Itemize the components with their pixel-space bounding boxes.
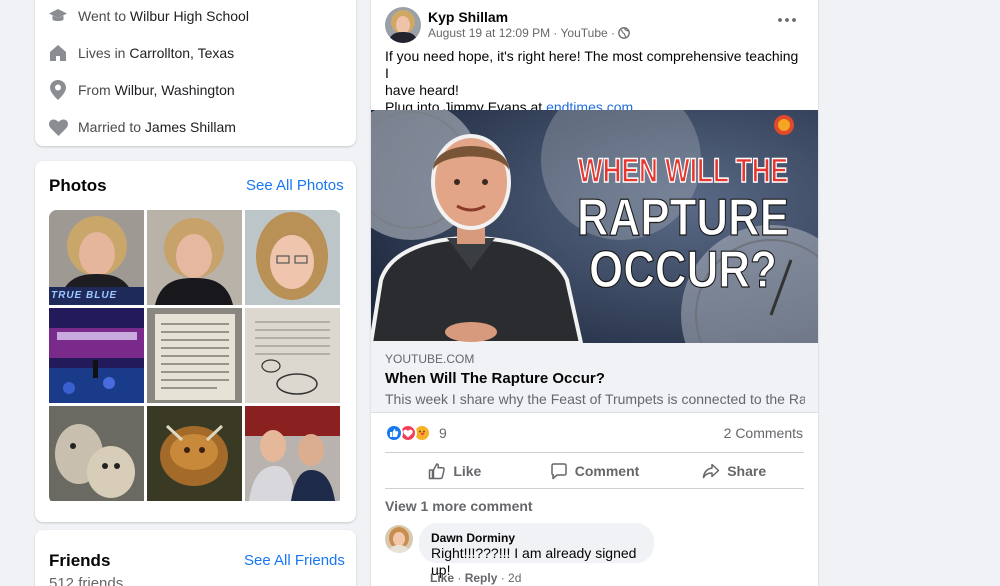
friends-count: 512 friends: [49, 575, 124, 586]
see-all-photos-link[interactable]: See All Photos: [246, 177, 344, 194]
share-label: Share: [727, 462, 767, 479]
location-pin-icon: [48, 80, 68, 100]
graduation-cap-icon: [48, 6, 68, 26]
comment-reply-link[interactable]: Reply: [465, 571, 498, 585]
comment-age[interactable]: 2d: [508, 571, 521, 585]
link-description: This week I share why the Feast of Trump…: [385, 391, 805, 407]
ellipsis-icon: [778, 18, 796, 22]
heart-icon: [48, 117, 68, 137]
photos-title: Photos: [49, 176, 107, 195]
photo-thumbnail[interactable]: [147, 210, 242, 305]
intro-card: Went to Wilbur High School Lives in Carr…: [35, 0, 356, 146]
commenter-name[interactable]: Dawn Dorminy: [431, 531, 642, 545]
intro-from-value[interactable]: Wilbur, Washington: [115, 82, 235, 98]
intro-school-value[interactable]: Wilbur High School: [130, 8, 249, 24]
post-author-name[interactable]: Kyp Shillam: [428, 9, 508, 25]
photo-thumbnail[interactable]: [49, 406, 144, 501]
comment-button[interactable]: Comment: [525, 453, 665, 488]
link-preview-text[interactable]: YOUTUBE.COM When Will The Rapture Occur?…: [371, 343, 818, 413]
photo-grid: TRUE BLUE: [49, 210, 341, 504]
intro-lives-value[interactable]: Carrollton, Texas: [129, 45, 234, 61]
friends-title: Friends: [49, 551, 111, 570]
post-text: If you need hope, it's right here! The m…: [385, 48, 805, 116]
intro-married: Married to James Shillam: [48, 117, 236, 137]
photo-thumbnail[interactable]: [245, 210, 340, 305]
intro-married-value[interactable]: James Shillam: [145, 119, 236, 135]
photo-thumbnail[interactable]: [147, 308, 242, 403]
photo-thumbnail[interactable]: [245, 308, 340, 403]
intro-school: Went to Wilbur High School: [48, 6, 249, 26]
see-all-friends-link[interactable]: See All Friends: [244, 552, 345, 569]
view-more-comments-link[interactable]: View 1 more comment: [385, 498, 533, 514]
photo-thumbnail[interactable]: [49, 308, 144, 403]
intro-from: From Wilbur, Washington: [48, 80, 235, 100]
link-domain: YOUTUBE.COM: [385, 352, 475, 366]
photo-thumbnail[interactable]: [245, 406, 340, 501]
like-label: Like: [453, 462, 482, 479]
post-text-line: have heard!: [385, 82, 459, 98]
intro-married-prefix: Married to: [78, 119, 142, 135]
photo-thumbnail[interactable]: [147, 406, 242, 501]
reaction-count: 9: [439, 425, 447, 441]
photo-badge-text: TRUE BLUE: [51, 290, 118, 301]
photo-thumbnail[interactable]: TRUE BLUE: [49, 210, 144, 305]
commenter-avatar[interactable]: [385, 525, 413, 553]
comment-label: Comment: [574, 462, 640, 479]
more-options-button[interactable]: [773, 10, 801, 30]
author-avatar[interactable]: [385, 7, 421, 43]
comments-count[interactable]: 2 Comments: [724, 425, 803, 441]
post-timestamp[interactable]: August 19 at 12:09 PM · YouTube ·: [428, 26, 615, 40]
comment-like-link[interactable]: Like: [430, 571, 454, 585]
home-icon: [48, 43, 68, 63]
post-card: Kyp Shillam August 19 at 12:09 PM · YouT…: [371, 0, 818, 586]
headline-line-3: OCCUR?: [589, 241, 777, 299]
share-arrow-icon: [702, 463, 720, 478]
friends-card: Friends See All Friends 512 friends: [35, 530, 356, 586]
thumbs-up-icon: [429, 462, 446, 479]
intro-lives-prefix: Lives in: [78, 45, 126, 61]
share-button[interactable]: Share: [664, 453, 804, 488]
intro-lives: Lives in Carrollton, Texas: [48, 43, 234, 63]
intro-school-prefix: Went to: [78, 8, 126, 24]
intro-from-prefix: From: [78, 82, 111, 98]
globe-icon: [618, 27, 630, 39]
comment-bubble: Dawn Dorminy Right!!!???!!! I am already…: [419, 523, 654, 578]
reactions-summary[interactable]: 9: [385, 424, 447, 442]
photos-card: Photos See All Photos TRUE BLUE: [35, 161, 356, 522]
post-action-bar: Like Comment Share: [385, 452, 804, 489]
post-meta: August 19 at 12:09 PM · YouTube ·: [428, 26, 630, 40]
comment-actions: Like · Reply · 2d: [430, 571, 522, 585]
headline-line-1: WHEN WILL THE: [578, 152, 788, 190]
link-preview-image[interactable]: WHEN WILL THE RAPTURE OCCUR?: [371, 110, 818, 343]
like-reaction-icon: [385, 424, 403, 442]
comment-icon: [550, 462, 567, 479]
post-text-line: If you need hope, it's right here! The m…: [385, 48, 799, 81]
link-title[interactable]: When Will The Rapture Occur?: [385, 370, 605, 387]
like-button[interactable]: Like: [385, 453, 525, 488]
headline-line-2: RAPTURE: [577, 189, 789, 247]
